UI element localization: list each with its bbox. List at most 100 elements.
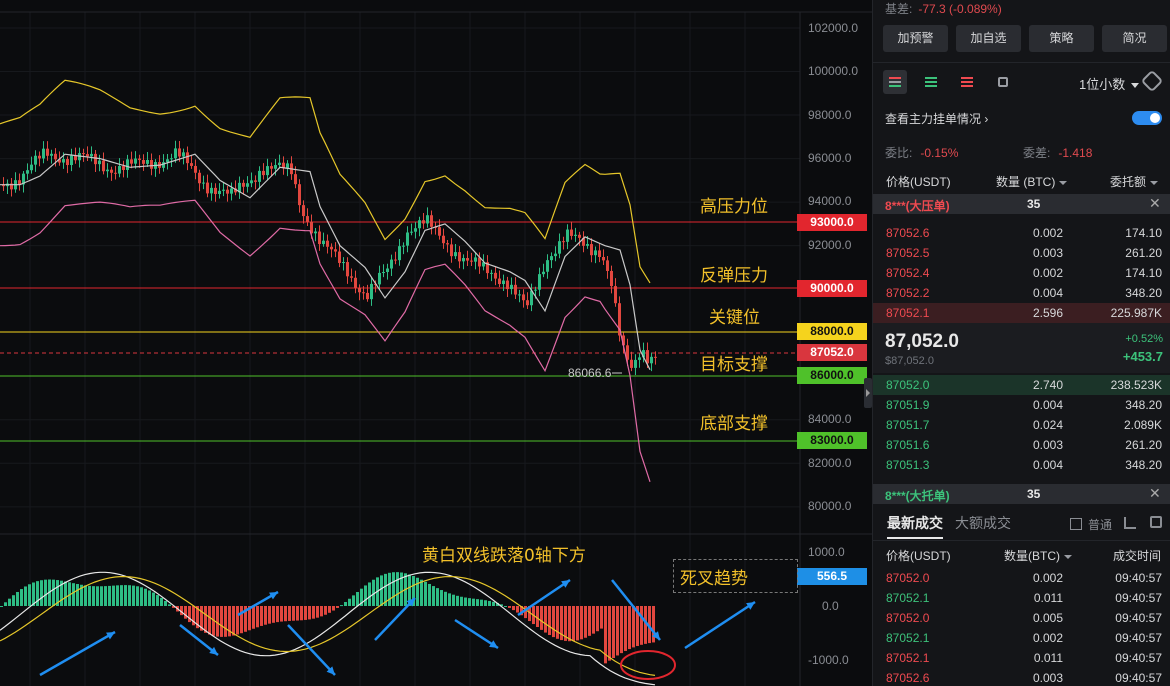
bid-row[interactable]: 87051.6 0.003 261.20 bbox=[873, 435, 1170, 455]
candle-body bbox=[570, 229, 573, 236]
macd-histogram-bar bbox=[480, 599, 483, 606]
candlestick-chart[interactable]: 102000.0 100000.0 98000.0 96000.0 94000.… bbox=[0, 0, 872, 686]
candle-body bbox=[186, 152, 189, 164]
candle-body bbox=[334, 249, 337, 252]
ask-total: 261.20 bbox=[1125, 246, 1162, 260]
bid-row[interactable]: 87051.9 0.004 348.20 bbox=[873, 395, 1170, 415]
candle-body bbox=[42, 148, 45, 159]
macd-histogram-bar bbox=[584, 606, 587, 638]
ask-qty: 0.002 bbox=[1032, 226, 1063, 240]
view-asks-icon[interactable] bbox=[955, 70, 979, 94]
candle-body bbox=[262, 170, 265, 176]
candle-body bbox=[206, 182, 209, 194]
price-axis-label: 98000.0 bbox=[808, 108, 852, 122]
macd-histogram-bar bbox=[588, 606, 591, 636]
macd-histogram-bar bbox=[120, 585, 123, 606]
view-depth-icon[interactable] bbox=[991, 70, 1015, 94]
big-bid-count: 35 bbox=[1027, 487, 1041, 501]
header-total[interactable]: 委托额 bbox=[1110, 173, 1158, 190]
ask-row[interactable]: 87052.2 0.004 348.20 bbox=[873, 283, 1170, 303]
candle-body bbox=[242, 182, 245, 187]
tab-latest-trades[interactable]: 最新成交 bbox=[887, 515, 943, 531]
candle-body bbox=[538, 274, 541, 290]
add-alert-button[interactable]: 加预警 bbox=[883, 25, 948, 52]
trade-row: 87052.1 0.011 09:40:57 bbox=[873, 588, 1170, 608]
view-both-icon[interactable] bbox=[883, 70, 907, 94]
candle-body bbox=[598, 250, 601, 257]
macd-axis-label: 0.0 bbox=[822, 599, 839, 613]
candle-body bbox=[526, 300, 529, 306]
macd-histogram-bar bbox=[576, 606, 579, 641]
macd-histogram-bar bbox=[140, 587, 143, 606]
candle-body bbox=[174, 148, 177, 159]
candle-body bbox=[654, 356, 657, 358]
candle-body bbox=[306, 216, 309, 222]
trade-header-qty[interactable]: 数量(BTC) bbox=[1004, 547, 1072, 564]
macd-histogram-bar bbox=[40, 580, 43, 606]
divider bbox=[873, 540, 1170, 541]
tab-large-trades[interactable]: 大额成交 bbox=[955, 515, 1011, 531]
candle-body bbox=[342, 262, 345, 264]
close-icon[interactable]: ✕ bbox=[1149, 485, 1161, 502]
macd-histogram-bar bbox=[416, 577, 419, 606]
macd-histogram-bar bbox=[312, 606, 315, 619]
overview-button[interactable]: 简况 bbox=[1102, 25, 1167, 52]
macd-histogram-bar bbox=[504, 605, 507, 607]
macd-histogram-bar bbox=[136, 586, 139, 606]
header-qty[interactable]: 数量 (BTC) bbox=[996, 173, 1067, 190]
trade-time: 09:40:57 bbox=[1115, 671, 1162, 685]
view-bids-icon[interactable] bbox=[919, 70, 943, 94]
ask-row[interactable]: 87052.6 0.002 174.10 bbox=[873, 223, 1170, 243]
annotation-bottom-support: 底部支撑 bbox=[700, 414, 768, 434]
candle-body bbox=[190, 163, 193, 166]
strategy-button[interactable]: 策略 bbox=[1029, 25, 1094, 52]
trade-price: 87052.1 bbox=[886, 651, 930, 665]
macd-histogram-bar bbox=[160, 597, 163, 606]
macd-histogram-bar bbox=[232, 606, 235, 636]
ask-row[interactable]: 87052.5 0.003 261.20 bbox=[873, 243, 1170, 263]
candle-body bbox=[438, 227, 441, 236]
bid-row[interactable]: 87051.7 0.024 2.089K bbox=[873, 415, 1170, 435]
macd-histogram-bar bbox=[628, 606, 631, 650]
orderbook-view-switch bbox=[883, 70, 1015, 94]
candle-body bbox=[126, 159, 129, 170]
bid-row[interactable]: 87052.0 2.740 238.523K bbox=[873, 375, 1170, 395]
macd-histogram-bar bbox=[364, 585, 367, 606]
filter-icon[interactable] bbox=[1124, 517, 1136, 529]
macd-histogram-bar bbox=[116, 585, 119, 606]
big-ask-bar[interactable]: 8***(大压单) 35 ✕ bbox=[873, 194, 1170, 214]
expand-icon[interactable] bbox=[1150, 516, 1162, 528]
macd-histogram-bar bbox=[52, 579, 55, 606]
candle-body bbox=[590, 244, 593, 256]
ask-row[interactable]: 87052.4 0.002 174.10 bbox=[873, 263, 1170, 283]
macd-histogram-bar bbox=[552, 606, 555, 638]
macd-histogram-bar bbox=[288, 606, 291, 621]
main-orders-link[interactable]: 查看主力挂单情况 › bbox=[885, 110, 988, 127]
candle-body bbox=[442, 235, 445, 244]
big-bid-bar[interactable]: 8***(大托单) 35 ✕ bbox=[873, 484, 1170, 504]
header-total-label: 委托额 bbox=[1110, 175, 1147, 189]
candle-body bbox=[198, 172, 201, 184]
candle-body bbox=[462, 258, 465, 262]
bid-row[interactable]: 87051.3 0.004 348.20 bbox=[873, 455, 1170, 475]
bid-total: 238.523K bbox=[1110, 378, 1162, 392]
trade-row: 87052.1 0.002 09:40:57 bbox=[873, 628, 1170, 648]
settings-icon[interactable] bbox=[1140, 69, 1164, 93]
bid-qty: 0.024 bbox=[1032, 418, 1063, 432]
macd-histogram-bar bbox=[340, 605, 343, 607]
trade-row: 87052.0 0.002 09:40:57 bbox=[873, 568, 1170, 588]
close-icon[interactable]: ✕ bbox=[1149, 195, 1161, 212]
candle-body bbox=[226, 189, 229, 194]
main-orders-toggle[interactable] bbox=[1132, 111, 1162, 125]
panel-collapse-handle[interactable] bbox=[864, 378, 872, 408]
add-watchlist-button[interactable]: 加自选 bbox=[956, 25, 1021, 52]
candle-body bbox=[286, 163, 289, 169]
annotation-macd-note: 黄白双线跌落0轴下方 bbox=[422, 546, 586, 566]
normal-checkbox[interactable]: 普通 bbox=[1070, 516, 1112, 533]
candle-body bbox=[586, 244, 589, 246]
decimals-dropdown[interactable]: 1位小数 bbox=[1079, 74, 1139, 93]
ask-row[interactable]: 87052.1 2.596 225.987K bbox=[873, 303, 1170, 323]
macd-histogram-bar bbox=[444, 591, 447, 606]
trade-header-time: 成交时间 bbox=[1113, 549, 1162, 563]
candle-body bbox=[298, 184, 301, 206]
